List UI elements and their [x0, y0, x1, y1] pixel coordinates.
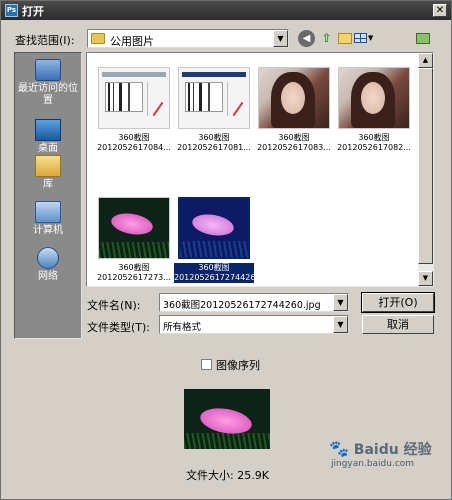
new-folder-icon[interactable]	[336, 30, 353, 47]
file-item[interactable]: 360截图 2012052617081...	[174, 67, 254, 153]
file-item[interactable]: 360截图 2012052617084...	[94, 67, 174, 153]
file-name: 360截图 2012052617083...	[257, 133, 331, 152]
preview-image	[184, 389, 270, 449]
file-name: 360截图 2012052617273...	[97, 263, 171, 282]
open-button[interactable]: 打开(O)	[361, 292, 435, 313]
open-dialog: Ps 打开 ✕ 查找范围(I): 公用图片 ▼ ◀ ⇧ ▼ 最近访问的位置 桌面…	[0, 0, 452, 500]
file-name-value: 360截图20120526172744260.jpg	[163, 300, 321, 311]
place-network[interactable]: 网络	[15, 247, 81, 283]
file-thumbnail	[98, 67, 170, 129]
place-label: 库	[43, 179, 53, 190]
look-in-value: 公用图片	[110, 35, 154, 48]
folder-icon	[91, 33, 105, 44]
file-name: 360截图 20120526172744260.jpg	[174, 263, 276, 283]
scroll-up-icon[interactable]: ▲	[418, 53, 433, 68]
places-bar: 最近访问的位置 桌面 库 计算机 网络	[14, 52, 82, 339]
photoshop-app-icon: Ps	[5, 4, 18, 17]
file-item[interactable]: 360截图 2012052617082...	[334, 67, 414, 153]
file-item[interactable]: 360截图 2012052617273...	[94, 197, 174, 283]
file-thumbnail	[98, 197, 170, 259]
chevron-down-icon[interactable]: ▼	[333, 294, 348, 311]
cancel-button[interactable]: 取消	[362, 315, 434, 334]
file-name-label: 文件名(N):	[87, 299, 141, 312]
place-label: 最近访问的位置	[18, 83, 78, 106]
close-button[interactable]: ✕	[433, 4, 447, 17]
scroll-thumb[interactable]	[418, 68, 433, 264]
chevron-down-icon[interactable]: ▼	[333, 316, 348, 333]
file-type-value: 所有格式	[163, 322, 202, 333]
place-label: 网络	[38, 271, 58, 282]
back-icon[interactable]: ◀	[298, 30, 315, 47]
view-menu-icon[interactable]: ▼	[353, 30, 373, 47]
file-item-selected[interactable]: 360截图 20120526172744260.jpg	[174, 197, 276, 283]
network-icon	[37, 247, 59, 269]
look-in-label: 查找范围(I):	[15, 34, 75, 47]
place-recent[interactable]: 最近访问的位置	[15, 59, 81, 107]
look-in-dropdown[interactable]: 公用图片 ▼	[87, 29, 289, 48]
place-computer[interactable]: 计算机	[15, 201, 81, 237]
image-sequence-label: 图像序列	[216, 359, 260, 372]
chevron-down-icon[interactable]: ▼	[273, 30, 288, 47]
file-item[interactable]: 360截图 2012052617083...	[254, 67, 334, 153]
file-type-combo[interactable]: 所有格式 ▼	[159, 315, 349, 334]
watermark-brand: Baidu 经验	[353, 442, 432, 458]
file-name: 360截图 2012052617084...	[97, 133, 171, 152]
file-name-combo[interactable]: 360截图20120526172744260.jpg ▼	[159, 293, 349, 312]
place-desktop[interactable]: 桌面	[15, 119, 81, 155]
file-type-label: 文件类型(T):	[87, 321, 151, 334]
file-thumbnail	[178, 197, 250, 259]
file-thumbnail	[338, 67, 410, 129]
dialog-title: 打开	[22, 5, 44, 18]
file-name: 360截图 2012052617081...	[177, 133, 251, 152]
up-folder-icon[interactable]: ⇧	[318, 30, 335, 47]
recent-places-icon	[35, 59, 61, 81]
file-name: 360截图 2012052617082...	[337, 133, 411, 152]
image-sequence-checkbox[interactable]	[201, 359, 212, 370]
place-label: 计算机	[33, 225, 63, 236]
title-bar[interactable]: Ps 打开 ✕	[1, 1, 451, 20]
file-thumbnail	[178, 67, 250, 129]
baidu-watermark: 🐾 Baidu 经验	[329, 439, 432, 459]
file-size-label: 文件大小: 25.9K	[186, 469, 269, 482]
watermark-url: jingyan.baidu.com	[331, 459, 415, 469]
computer-icon	[35, 201, 61, 223]
scroll-down-icon[interactable]: ▼	[418, 271, 433, 286]
vertical-scrollbar[interactable]: ▲ ▼	[418, 53, 433, 286]
file-list[interactable]: 360截图 2012052617084... 360截图 2012052617081…	[86, 52, 434, 287]
place-label: 桌面	[38, 143, 58, 154]
paw-icon: 🐾	[329, 439, 349, 458]
file-thumbnail	[258, 67, 330, 129]
go-right-icon[interactable]	[415, 30, 432, 47]
libraries-icon	[35, 155, 61, 177]
image-sequence-option[interactable]: 图像序列	[201, 357, 260, 373]
place-libraries[interactable]: 库	[15, 155, 81, 191]
desktop-icon	[35, 119, 61, 141]
